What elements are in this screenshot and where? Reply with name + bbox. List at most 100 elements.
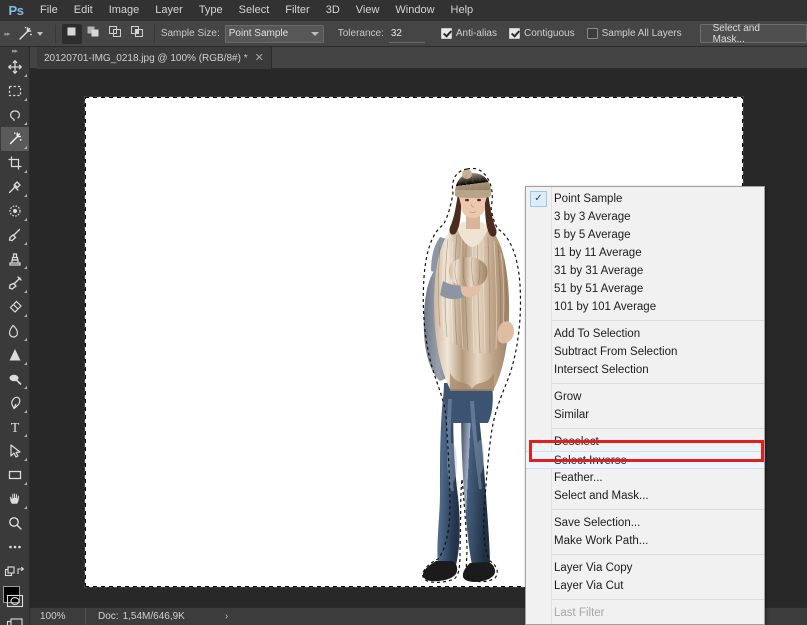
rectangle-tool[interactable] bbox=[1, 463, 29, 487]
screen-mode-button[interactable] bbox=[1, 613, 29, 625]
menu-item-label: Select and Mask... bbox=[554, 490, 649, 502]
document-size-status[interactable]: Doc: 1,54M/646,9K › bbox=[86, 608, 228, 625]
document-tab[interactable]: 20120701-IMG_0218.jpg @ 100% (RGB/8#) * … bbox=[37, 47, 272, 69]
path-selection-tool[interactable] bbox=[1, 439, 29, 463]
quick-mask-mode-button[interactable] bbox=[1, 589, 29, 613]
default-colors-and-swap[interactable] bbox=[1, 559, 29, 583]
select-and-mask-button[interactable]: Select and Mask... bbox=[699, 23, 807, 45]
contiguous-checkbox[interactable]: Contiguous bbox=[509, 28, 575, 39]
menu-item-5-by-5-average[interactable]: 5 by 5 Average bbox=[526, 226, 764, 244]
menu-image[interactable]: Image bbox=[101, 0, 148, 21]
menu-item-layer-via-copy[interactable]: Layer Via Copy bbox=[526, 559, 764, 577]
brush-tool[interactable] bbox=[1, 223, 29, 247]
menu-separator bbox=[552, 599, 764, 600]
menu-item-add-to-selection[interactable]: Add To Selection bbox=[526, 325, 764, 343]
blur-tool[interactable] bbox=[1, 343, 29, 367]
menu-item-subtract-from-selection[interactable]: Subtract From Selection bbox=[526, 343, 764, 361]
magic-wand-tool[interactable] bbox=[0, 127, 29, 151]
menu-separator bbox=[552, 383, 764, 384]
sample-size-dropdown[interactable]: Point Sample bbox=[224, 24, 324, 43]
clone-stamp-tool[interactable] bbox=[1, 247, 29, 271]
tools-panel-gripper[interactable]: ▸▸ bbox=[0, 47, 30, 55]
tool-corner-icon bbox=[23, 434, 27, 437]
sample-all-layers-checkbox[interactable]: Sample All Layers bbox=[586, 28, 682, 39]
document-tab-title: 20120701-IMG_0218.jpg @ 100% (RGB/8#) * bbox=[44, 52, 248, 64]
zoom-level-field[interactable]: 100% bbox=[30, 607, 86, 625]
menu-select[interactable]: Select bbox=[231, 0, 278, 21]
menu-item-select-and-mask[interactable]: Select and Mask... bbox=[526, 487, 764, 505]
menu-item-label: Select Inverse bbox=[554, 455, 627, 467]
hand-tool[interactable] bbox=[1, 487, 29, 511]
new-selection-button[interactable] bbox=[61, 23, 82, 44]
menu-item-make-work-path[interactable]: Make Work Path... bbox=[526, 532, 764, 550]
menu-item-31-by-31-average[interactable]: 31 by 31 Average bbox=[526, 262, 764, 280]
checkbox-box bbox=[586, 28, 598, 39]
menu-item-51-by-51-average[interactable]: 51 by 51 Average bbox=[526, 280, 764, 298]
add-to-selection-button[interactable] bbox=[84, 24, 104, 44]
tolerance-input[interactable] bbox=[388, 24, 425, 43]
move-tool[interactable] bbox=[1, 55, 29, 79]
dodge-tool[interactable] bbox=[1, 367, 29, 391]
rectangular-marquee-tool[interactable] bbox=[1, 79, 29, 103]
menu-item-3-by-3-average[interactable]: 3 by 3 Average bbox=[526, 208, 764, 226]
options-bar: ▸▸ Sample Size: Point Sample Tolerance: … bbox=[0, 21, 807, 47]
menu-item-label: Intersect Selection bbox=[554, 364, 649, 376]
selection-mode-group bbox=[61, 23, 148, 44]
tool-corner-icon bbox=[23, 482, 27, 485]
edit-toolbar-button[interactable] bbox=[1, 535, 29, 559]
menu-item-point-sample[interactable]: ✓ Point Sample bbox=[526, 190, 764, 208]
menu-item-label: 11 by 11 Average bbox=[554, 247, 642, 259]
menu-file[interactable]: File bbox=[32, 0, 66, 21]
menu-item-similar[interactable]: Similar bbox=[526, 406, 764, 424]
chevron-right-icon[interactable]: › bbox=[225, 611, 228, 622]
history-brush-tool[interactable] bbox=[1, 271, 29, 295]
intersect-with-selection-button[interactable] bbox=[128, 24, 148, 44]
add-to-selection-icon bbox=[86, 25, 101, 43]
menu-item-layer-via-cut[interactable]: Layer Via Cut bbox=[526, 577, 764, 595]
menu-3d[interactable]: 3D bbox=[318, 0, 348, 21]
anti-alias-checkbox[interactable]: Anti-alias bbox=[440, 28, 497, 39]
gradient-tool[interactable] bbox=[1, 319, 29, 343]
menu-window[interactable]: Window bbox=[387, 0, 442, 21]
lasso-tool[interactable] bbox=[1, 103, 29, 127]
close-icon[interactable]: ✕ bbox=[255, 52, 264, 64]
chevron-down-icon bbox=[36, 31, 43, 36]
eyedropper-tool[interactable] bbox=[1, 175, 29, 199]
menu-type[interactable]: Type bbox=[191, 0, 231, 21]
menu-item-label: Last Filter bbox=[554, 607, 605, 619]
tool-corner-icon bbox=[23, 218, 27, 221]
menu-item-101-by-101-average[interactable]: 101 by 101 Average bbox=[526, 298, 764, 316]
magic-wand-context-menu[interactable]: ✓ Point Sample 3 by 3 Average 5 by 5 Averag… bbox=[525, 186, 765, 625]
menu-filter[interactable]: Filter bbox=[277, 0, 317, 21]
menu-item-last-filter: Last Filter bbox=[526, 604, 764, 622]
pen-tool[interactable] bbox=[1, 391, 29, 415]
menu-item-grow[interactable]: Grow bbox=[526, 388, 764, 406]
menu-item-save-selection[interactable]: Save Selection... bbox=[526, 514, 764, 532]
menu-item-intersect-selection[interactable]: Intersect Selection bbox=[526, 361, 764, 379]
subtract-from-selection-button[interactable] bbox=[106, 24, 126, 44]
menu-item-label: Subtract From Selection bbox=[554, 346, 678, 358]
spot-healing-brush-tool[interactable] bbox=[1, 199, 29, 223]
divider bbox=[153, 24, 155, 43]
menu-item-label: Layer Via Copy bbox=[554, 562, 633, 574]
tool-preset-picker[interactable] bbox=[14, 25, 49, 43]
menu-item-label: Point Sample bbox=[554, 193, 623, 205]
menu-item-feather[interactable]: Feather... bbox=[526, 469, 764, 487]
options-bar-gripper[interactable]: ▸▸ bbox=[0, 21, 14, 47]
divider bbox=[54, 24, 56, 43]
sample-size-label: Sample Size: bbox=[160, 28, 220, 39]
menu-separator bbox=[552, 428, 764, 429]
horizontal-type-tool[interactable]: T bbox=[1, 415, 29, 439]
menu-item-select-inverse[interactable]: Select Inverse bbox=[526, 451, 764, 469]
menu-edit[interactable]: Edit bbox=[66, 0, 101, 21]
eraser-tool[interactable] bbox=[1, 295, 29, 319]
menu-view[interactable]: View bbox=[348, 0, 388, 21]
crop-tool[interactable] bbox=[1, 151, 29, 175]
menu-item-label: Deselect bbox=[554, 436, 599, 448]
menu-layer[interactable]: Layer bbox=[147, 0, 191, 21]
menu-item-11-by-11-average[interactable]: 11 by 11 Average bbox=[526, 244, 764, 262]
tool-corner-icon bbox=[23, 314, 27, 317]
zoom-tool[interactable] bbox=[1, 511, 29, 535]
menu-help[interactable]: Help bbox=[443, 0, 482, 21]
menu-item-deselect[interactable]: Deselect bbox=[526, 433, 764, 451]
